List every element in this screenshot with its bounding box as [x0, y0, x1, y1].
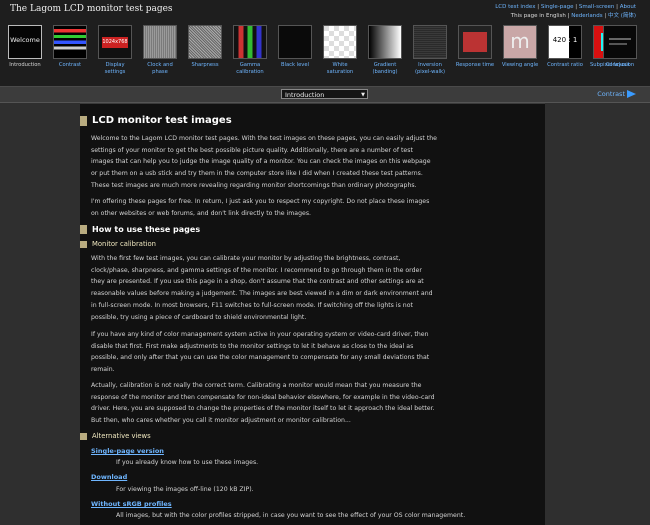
page-nav-bar: Introduction ▼ Contrast	[0, 86, 650, 103]
next-page-link[interactable]: Contrast	[597, 89, 636, 100]
thumb-label: Contrast	[58, 62, 82, 68]
heading-marker	[80, 116, 87, 126]
heading-marker	[80, 241, 87, 248]
thumb-label: White saturation	[326, 62, 354, 75]
link-download[interactable]: Download	[91, 473, 127, 481]
top-links: LCD test index | Single-page | Small-scr…	[495, 4, 636, 19]
thumb-label: Gamma calibration	[236, 62, 264, 75]
link-lang-dutch[interactable]: Nederlands	[571, 13, 602, 19]
thumb-contrast-ratio[interactable]: 420 : 1 Contrast ratio	[545, 25, 585, 69]
thumb-label: Conclusion	[605, 62, 635, 68]
thumb-response-time[interactable]: Response time	[455, 25, 495, 69]
heading-marker	[80, 225, 87, 234]
arrow-right-icon	[627, 90, 636, 98]
thumb-label: Contrast ratio	[547, 62, 583, 68]
calibration-paragraph-1: With the first few test images, you can …	[91, 255, 433, 321]
thumb-introduction-text: Welcome	[10, 36, 40, 44]
thumb-gradient[interactable]: Gradient (banding)	[365, 25, 405, 75]
thumb-label: Clock and phase	[147, 62, 173, 75]
page-title: LCD monitor test images	[92, 115, 232, 126]
thumb-viewing-angle-glyph: m	[510, 29, 530, 53]
calibration-paragraph-3: Actually, calibration is not really the …	[91, 382, 435, 425]
thumb-label: Viewing angle	[501, 62, 539, 68]
thumb-contrast[interactable]: Contrast	[50, 25, 90, 69]
content-area: LCD monitor test images Welcome to the L…	[80, 104, 545, 525]
thumb-display-settings[interactable]: 1024x768 Display settings	[95, 25, 135, 75]
site-title: The Lagom LCD monitor test pages	[10, 4, 173, 14]
thumb-clock-phase[interactable]: Clock and phase	[140, 25, 180, 75]
page-select[interactable]: Introduction ▼	[281, 89, 368, 99]
link-lcd-test-index[interactable]: LCD test index	[495, 4, 535, 10]
thumb-label: Black level	[280, 62, 310, 68]
thumb-viewing-angle[interactable]: m Viewing angle	[500, 25, 540, 69]
alt-desc-without-srgb: All images, but with the color profiles …	[116, 512, 466, 519]
language-label: This page in English |	[510, 13, 570, 19]
link-single-page-version[interactable]: Single-page version	[91, 447, 164, 455]
link-without-srgb[interactable]: Without sRGB profiles	[91, 500, 172, 508]
header-bar: The Lagom LCD monitor test pages LCD tes…	[0, 0, 650, 86]
left-margin	[0, 103, 80, 525]
alt-desc-download: For viewing the images off-line (120 kB …	[116, 486, 254, 493]
test-thumbnail-strip: Welcome Introduction Contrast 1024x768 D…	[5, 25, 645, 81]
right-margin	[545, 103, 650, 525]
thumb-resolution-text: 1024x768	[102, 39, 128, 45]
thumb-sharpness[interactable]: Sharpness	[185, 25, 225, 69]
link-lang-chinese[interactable]: 中文 (简体)	[608, 13, 636, 19]
chevron-down-icon: ▼	[361, 92, 365, 98]
thumb-conclusion[interactable]: Conclusion	[600, 25, 640, 69]
calibration-paragraph-2: If you have any kind of color management…	[91, 331, 430, 374]
intro-paragraph-1: Welcome to the Lagom LCD monitor test pa…	[91, 135, 437, 189]
thumb-label: Display settings	[104, 62, 126, 75]
page-select-value: Introduction	[285, 91, 325, 99]
thumb-label: Introduction	[9, 62, 41, 68]
thumb-inversion[interactable]: Inversion (pixel-walk)	[410, 25, 450, 75]
thumb-label: Sharpness	[191, 62, 219, 68]
thumb-contrast-ratio-text: 420 : 1	[552, 36, 578, 44]
thumb-gamma[interactable]: Gamma calibration	[230, 25, 270, 75]
heading-marker	[80, 433, 87, 440]
thumb-black-level[interactable]: Black level	[275, 25, 315, 69]
subheading-alternative-views: Alternative views	[92, 432, 151, 440]
thumb-label: Response time	[455, 62, 495, 68]
thumb-label: Inversion (pixel-walk)	[414, 62, 446, 75]
link-about[interactable]: About	[620, 4, 636, 10]
thumb-white-saturation[interactable]: White saturation	[320, 25, 360, 75]
section-heading-how-to-use: How to use these pages	[92, 225, 201, 234]
alt-desc-single-page: If you already know how to use these ima…	[116, 459, 259, 466]
link-single-page[interactable]: Single-page	[541, 4, 574, 10]
thumb-introduction[interactable]: Welcome Introduction	[5, 25, 45, 69]
thumb-label: Gradient (banding)	[372, 62, 398, 75]
next-page-label: Contrast	[597, 90, 625, 98]
subheading-monitor-calibration: Monitor calibration	[92, 240, 156, 248]
intro-paragraph-2: I'm offering these pages for free. In re…	[91, 198, 430, 217]
link-small-screen[interactable]: Small-screen	[579, 4, 615, 10]
